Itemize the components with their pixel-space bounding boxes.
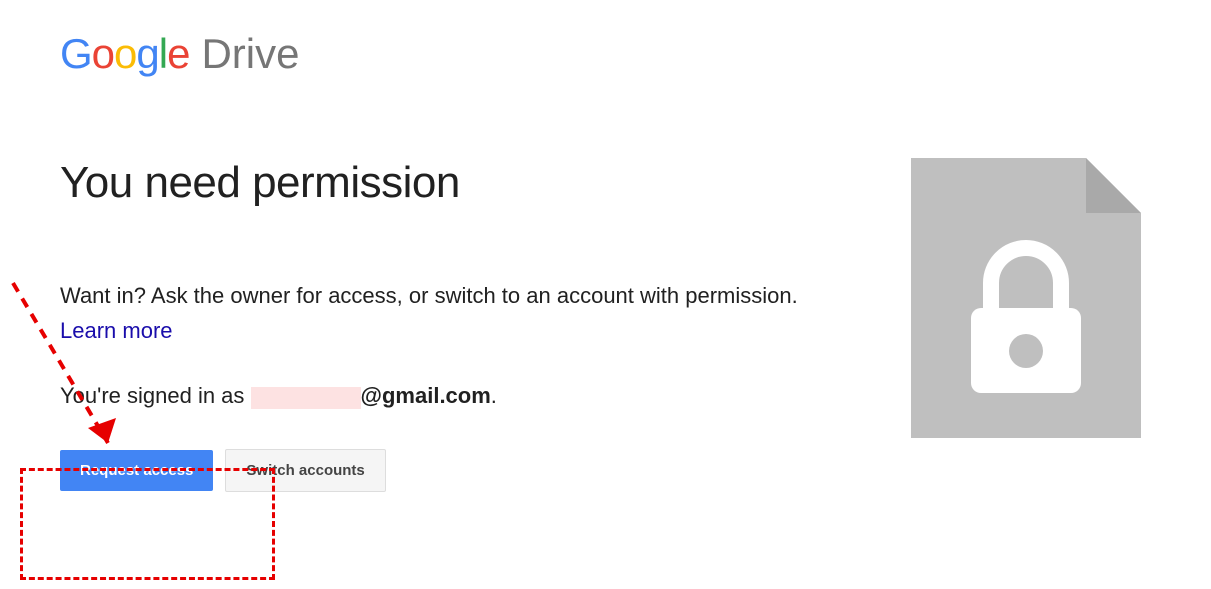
email-redacted — [251, 387, 361, 409]
request-access-button[interactable]: Request access — [60, 450, 213, 491]
page-title: You need permission — [60, 158, 860, 208]
email-suffix: @gmail.com — [361, 383, 491, 408]
signed-in-period: . — [491, 383, 497, 408]
signed-in-prefix: You're signed in as — [60, 383, 251, 408]
google-logo-text: Google — [60, 30, 189, 78]
lock-document-icon — [911, 158, 1141, 438]
product-logo: Google Drive — [60, 30, 1151, 78]
description-prefix: Want in? Ask the owner for access, or sw… — [60, 283, 798, 308]
drive-logo-text: Drive — [201, 30, 299, 78]
description-text: Want in? Ask the owner for access, or sw… — [60, 278, 860, 348]
learn-more-link[interactable]: Learn more — [60, 318, 173, 343]
switch-accounts-button[interactable]: Switch accounts — [225, 449, 385, 492]
signed-in-text: You're signed in as @gmail.com. — [60, 383, 860, 409]
